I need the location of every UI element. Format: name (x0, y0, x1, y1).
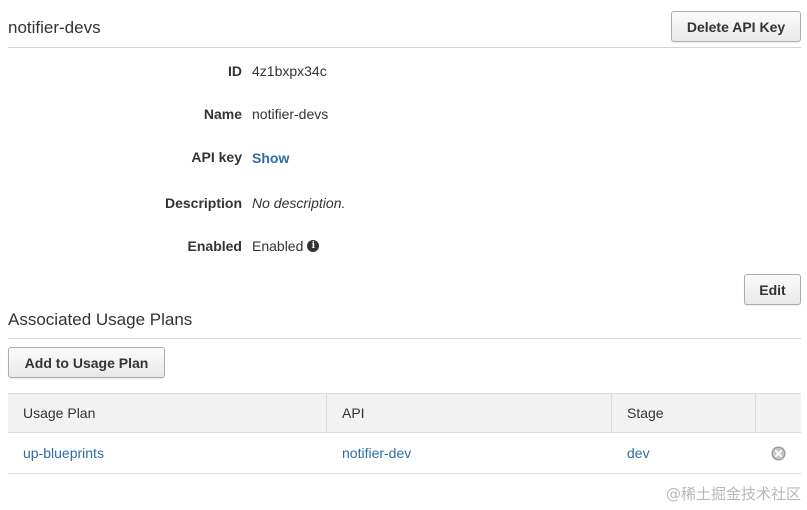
table-row: up-blueprints notifier-dev dev (8, 433, 801, 474)
divider (8, 338, 801, 339)
remove-icon[interactable] (771, 446, 786, 461)
table-header: Usage Plan API Stage (8, 393, 801, 433)
stage-link[interactable]: dev (612, 433, 756, 473)
enabled-text: Enabled (252, 238, 304, 254)
api-link[interactable]: notifier-dev (327, 433, 612, 473)
api-key-title: notifier-devs (8, 18, 101, 37)
usage-plan-link[interactable]: up-blueprints (8, 433, 327, 473)
info-icon[interactable]: i (307, 240, 320, 252)
column-header-usage-plan[interactable]: Usage Plan (8, 394, 327, 432)
enabled-value: Enabled i (252, 238, 320, 254)
watermark: @稀土掘金技术社区 (665, 485, 801, 503)
edit-button[interactable]: Edit (744, 274, 801, 305)
description-value: No description. (252, 195, 346, 211)
column-header-stage[interactable]: Stage (612, 394, 756, 432)
show-api-key-link[interactable]: Show (252, 150, 289, 166)
name-label: Name (203, 106, 242, 122)
delete-api-key-button[interactable]: Delete API Key (671, 11, 801, 42)
name-value: notifier-devs (252, 106, 329, 122)
id-value: 4z1bxpx34c (252, 63, 327, 79)
divider (8, 47, 801, 48)
usage-plans-title: Associated Usage Plans (8, 310, 193, 329)
column-header-api[interactable]: API (327, 394, 612, 432)
id-label: ID (228, 63, 242, 79)
add-to-usage-plan-button[interactable]: Add to Usage Plan (8, 347, 165, 378)
api-key-label: API key (191, 149, 242, 165)
description-label: Description (164, 195, 242, 211)
enabled-label: Enabled (187, 238, 242, 254)
